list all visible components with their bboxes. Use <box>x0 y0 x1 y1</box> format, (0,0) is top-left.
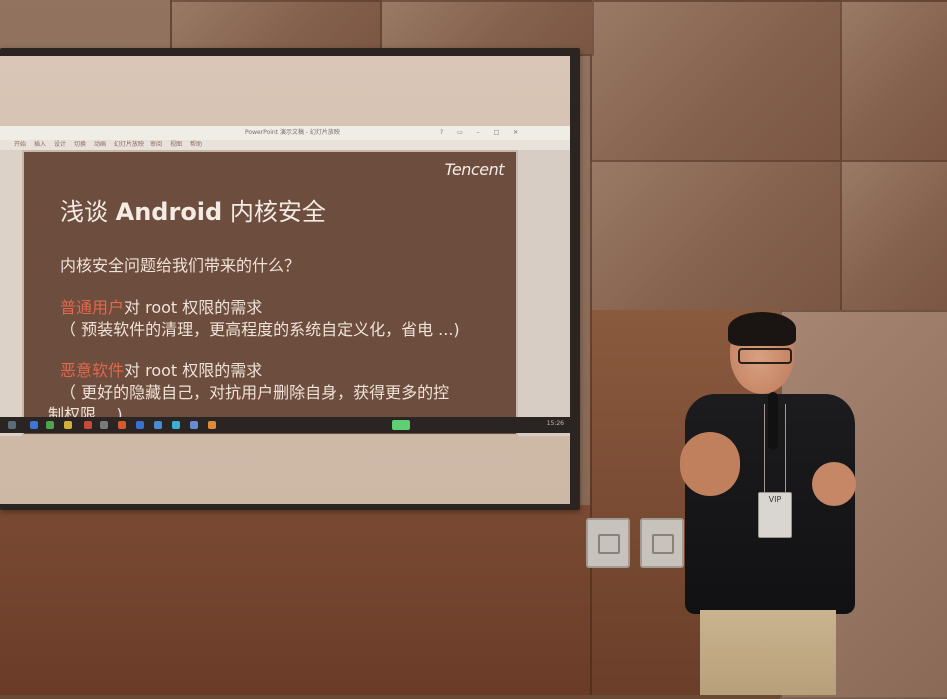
wall-outlet <box>586 518 630 568</box>
ribbon-tab[interactable]: 设计 <box>54 140 66 150</box>
slide-point-2-detail: （ 更好的隐藏自己，对抗用户删除自身，获得更多的控 <box>60 383 450 402</box>
point-1-text: 对 root 权限的需求 <box>124 298 263 317</box>
slide-title-bold: Android <box>115 198 223 226</box>
microphone-icon <box>768 392 778 450</box>
ribbon-tab[interactable]: 视图 <box>170 140 182 150</box>
taskbar-app-icon[interactable] <box>172 421 180 429</box>
projection-screen: PowerPoint 演示文稿 - 幻灯片放映 ? ▭ – □ ✕ 开始 插入 … <box>0 48 580 510</box>
slide-thumbnail-pane[interactable] <box>0 150 22 436</box>
slide-title-prefix: 浅谈 <box>60 198 116 226</box>
taskbar-app-icon[interactable] <box>30 421 38 429</box>
vip-badge: VIP <box>758 492 792 538</box>
taskbar-app-icon[interactable] <box>190 421 198 429</box>
slide-point-1-detail: （ 预装软件的清理，更高程度的系统自定义化，省电 ...) <box>60 320 460 339</box>
speaker-person: VIP <box>680 312 860 695</box>
ppt-window-title: PowerPoint 演示文稿 - 幻灯片放映 <box>245 129 340 136</box>
wall-panel <box>840 160 947 314</box>
slide-point-1: 普通用户对 root 权限的需求 <box>60 294 262 318</box>
point-2-text: 对 root 权限的需求 <box>124 361 263 380</box>
slide-title-suffix: 内核安全 <box>222 198 326 226</box>
speaker-hand-right <box>812 462 856 506</box>
taskbar-app-icon[interactable] <box>64 421 72 429</box>
speaker-hand-left <box>680 432 740 496</box>
ribbon-tab[interactable]: 开始 <box>14 140 26 150</box>
point-1-highlight: 普通用户 <box>60 298 125 317</box>
taskbar-app-icon[interactable] <box>208 421 216 429</box>
wall-panel <box>590 0 844 164</box>
battery-icon[interactable] <box>392 420 410 430</box>
wall-panel <box>590 160 844 314</box>
taskbar-app-icon[interactable] <box>84 421 92 429</box>
point-2-highlight: 恶意软件 <box>60 361 125 380</box>
badge-text: VIP <box>768 495 782 504</box>
speaker-hair <box>728 312 796 346</box>
taskbar-app-icon[interactable] <box>118 421 126 429</box>
window-controls-icon[interactable]: ? ▭ – □ ✕ <box>440 126 524 140</box>
ppt-titlebar: PowerPoint 演示文稿 - 幻灯片放映 ? ▭ – □ ✕ <box>0 126 570 140</box>
taskbar-app-icon[interactable] <box>8 421 16 429</box>
glasses <box>738 348 792 364</box>
taskbar-clock[interactable]: 15:26 <box>547 420 564 427</box>
powerpoint-window: PowerPoint 演示文稿 - 幻灯片放映 ? ▭ – □ ✕ 开始 插入 … <box>0 126 570 444</box>
slide-point-2: 恶意软件对 root 权限的需求 <box>60 357 262 381</box>
windows-taskbar: 15:26 <box>0 417 570 433</box>
taskbar-app-icon[interactable] <box>136 421 144 429</box>
ribbon-tab[interactable]: 切换 <box>74 140 86 150</box>
wall-outlet <box>640 518 684 568</box>
tencent-logo: Tencent <box>444 160 505 179</box>
ribbon-tab[interactable]: 帮助 <box>190 140 202 150</box>
taskbar-app-icon[interactable] <box>46 421 54 429</box>
ribbon-tab[interactable]: 动画 <box>94 140 106 150</box>
slide-title: 浅谈 Android 内核安全 <box>60 192 326 227</box>
ribbon-tab[interactable]: 审阅 <box>150 140 162 150</box>
ribbon-tab[interactable]: 插入 <box>34 140 46 150</box>
taskbar-app-icon[interactable] <box>100 421 108 429</box>
slide: Tencent 浅谈 Android 内核安全 内核安全问题给我们带来的什么？ … <box>24 152 516 434</box>
wall-panel <box>840 0 947 164</box>
ribbon-tab[interactable]: 幻灯片放映 <box>114 140 144 150</box>
ppt-editing-area: Tencent 浅谈 Android 内核安全 内核安全问题给我们带来的什么？ … <box>0 150 570 436</box>
speaker-khaki-pants <box>700 610 836 695</box>
ppt-notes-scroll-area[interactable] <box>518 150 570 436</box>
slide-question: 内核安全问题给我们带来的什么？ <box>60 256 301 275</box>
screen-surface: PowerPoint 演示文稿 - 幻灯片放映 ? ▭ – □ ✕ 开始 插入 … <box>0 56 570 504</box>
taskbar-app-icon[interactable] <box>154 421 162 429</box>
